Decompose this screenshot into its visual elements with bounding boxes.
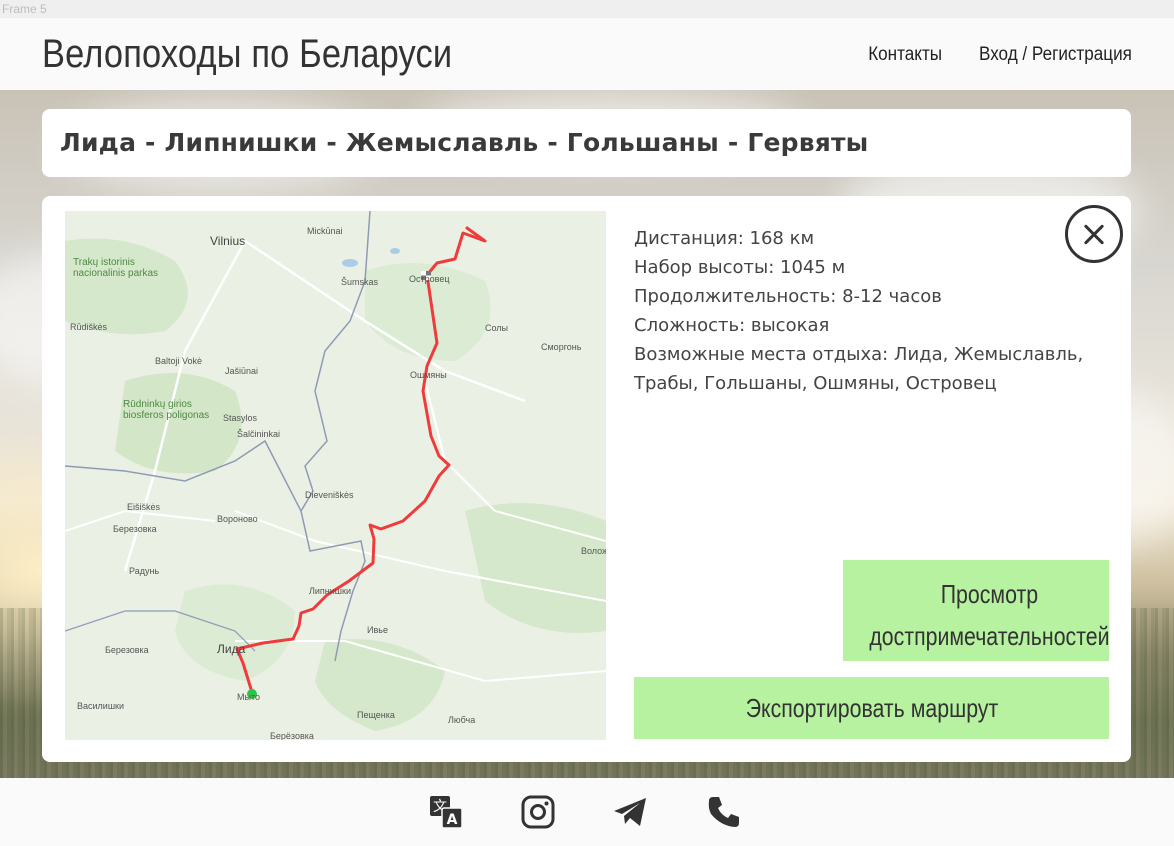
map-label: Jašiūnai [225,366,259,376]
map-label: Šalčininkai [237,429,281,439]
map-label: Сморгонь [541,342,582,352]
map-label: Пещенка [357,710,395,720]
route-info: Дистанция: 168 км Набор высоты: 1045 м П… [634,224,1094,398]
map-label: Липнишки [309,586,351,596]
site-header: Велопоходы по Беларуси Контакты Вход / Р… [0,18,1174,90]
map-label: Ивье [367,625,388,635]
map-label: Rūdiškės [70,322,108,332]
route-details-card: Vilnius Mickūnai Trakų istorinis naciona… [42,196,1131,762]
map-label: Солы [485,323,509,333]
map-label: Мыто [237,692,260,702]
map-label: Eišiškės [127,502,161,512]
export-route-label: Экспортировать маршрут [745,693,998,723]
main-nav: Контакты Вход / Регистрация [860,44,1132,66]
export-route-button[interactable]: Экспортировать маршрут [634,677,1109,739]
instagram-icon[interactable] [520,794,556,830]
route-rest-places: Возможные места отдыха: Лида, Жемыславль… [634,344,1084,394]
route-distance: Дистанция: 168 км [634,228,815,249]
nav-login-link[interactable]: Вход / Регистрация [979,44,1132,66]
map-label: Березовка [113,524,157,534]
map-label: Stasylos [223,413,258,423]
frame-label: Frame 5 [0,0,1174,18]
site-title[interactable]: Велопоходы по Беларуси [42,32,452,77]
telegram-icon[interactable] [612,794,648,830]
map-label: Vilnius [210,234,246,248]
map-label: Mickūnai [307,226,343,236]
map-label: Волож [581,546,606,556]
map-label: Радунь [129,566,160,576]
route-elevation: Набор высоты: 1045 м [634,257,846,278]
route-title: Лида - Липнишки - Жемыславль - Гольшаны … [60,128,869,157]
map-label: Берёзовка [270,731,314,740]
route-map[interactable]: Vilnius Mickūnai Trakų istorinis naciona… [65,211,606,740]
map-label: Trakų istorinis nacionalinis parkas [73,257,159,279]
map-label: Šumskas [341,277,379,287]
svg-text:A: A [447,812,458,828]
view-sights-button[interactable]: Просмотр достпримечательностей [843,560,1110,661]
map-label: Rūdninkų girios biosferos poligonas [123,399,210,421]
phone-icon[interactable] [706,794,742,830]
close-button[interactable] [1065,205,1123,263]
route-difficulty: Сложность: высокая [634,315,830,336]
route-map-graphic [65,211,606,740]
map-label: Ошмяны [410,370,447,380]
map-label: Вороново [217,514,258,524]
map-label: Островец [409,274,450,284]
map-label: Лида [217,642,246,656]
map-label: Василишки [77,701,124,711]
route-duration: Продолжительность: 8-12 часов [634,286,942,307]
map-label: Dieveniškės [305,490,354,500]
route-title-card: Лида - Липнишки - Жемыславль - Гольшаны … [42,109,1131,177]
map-label: Березовка [105,645,149,655]
map-label: Любча [448,715,476,725]
map-label: Baltoji Vokė [155,356,203,366]
nav-contacts-link[interactable]: Контакты [868,44,942,66]
view-sights-label: Просмотр достпримечательностей [869,578,1110,651]
translate-icon[interactable]: 文 A [428,794,464,830]
site-footer: 文 A [0,778,1174,846]
